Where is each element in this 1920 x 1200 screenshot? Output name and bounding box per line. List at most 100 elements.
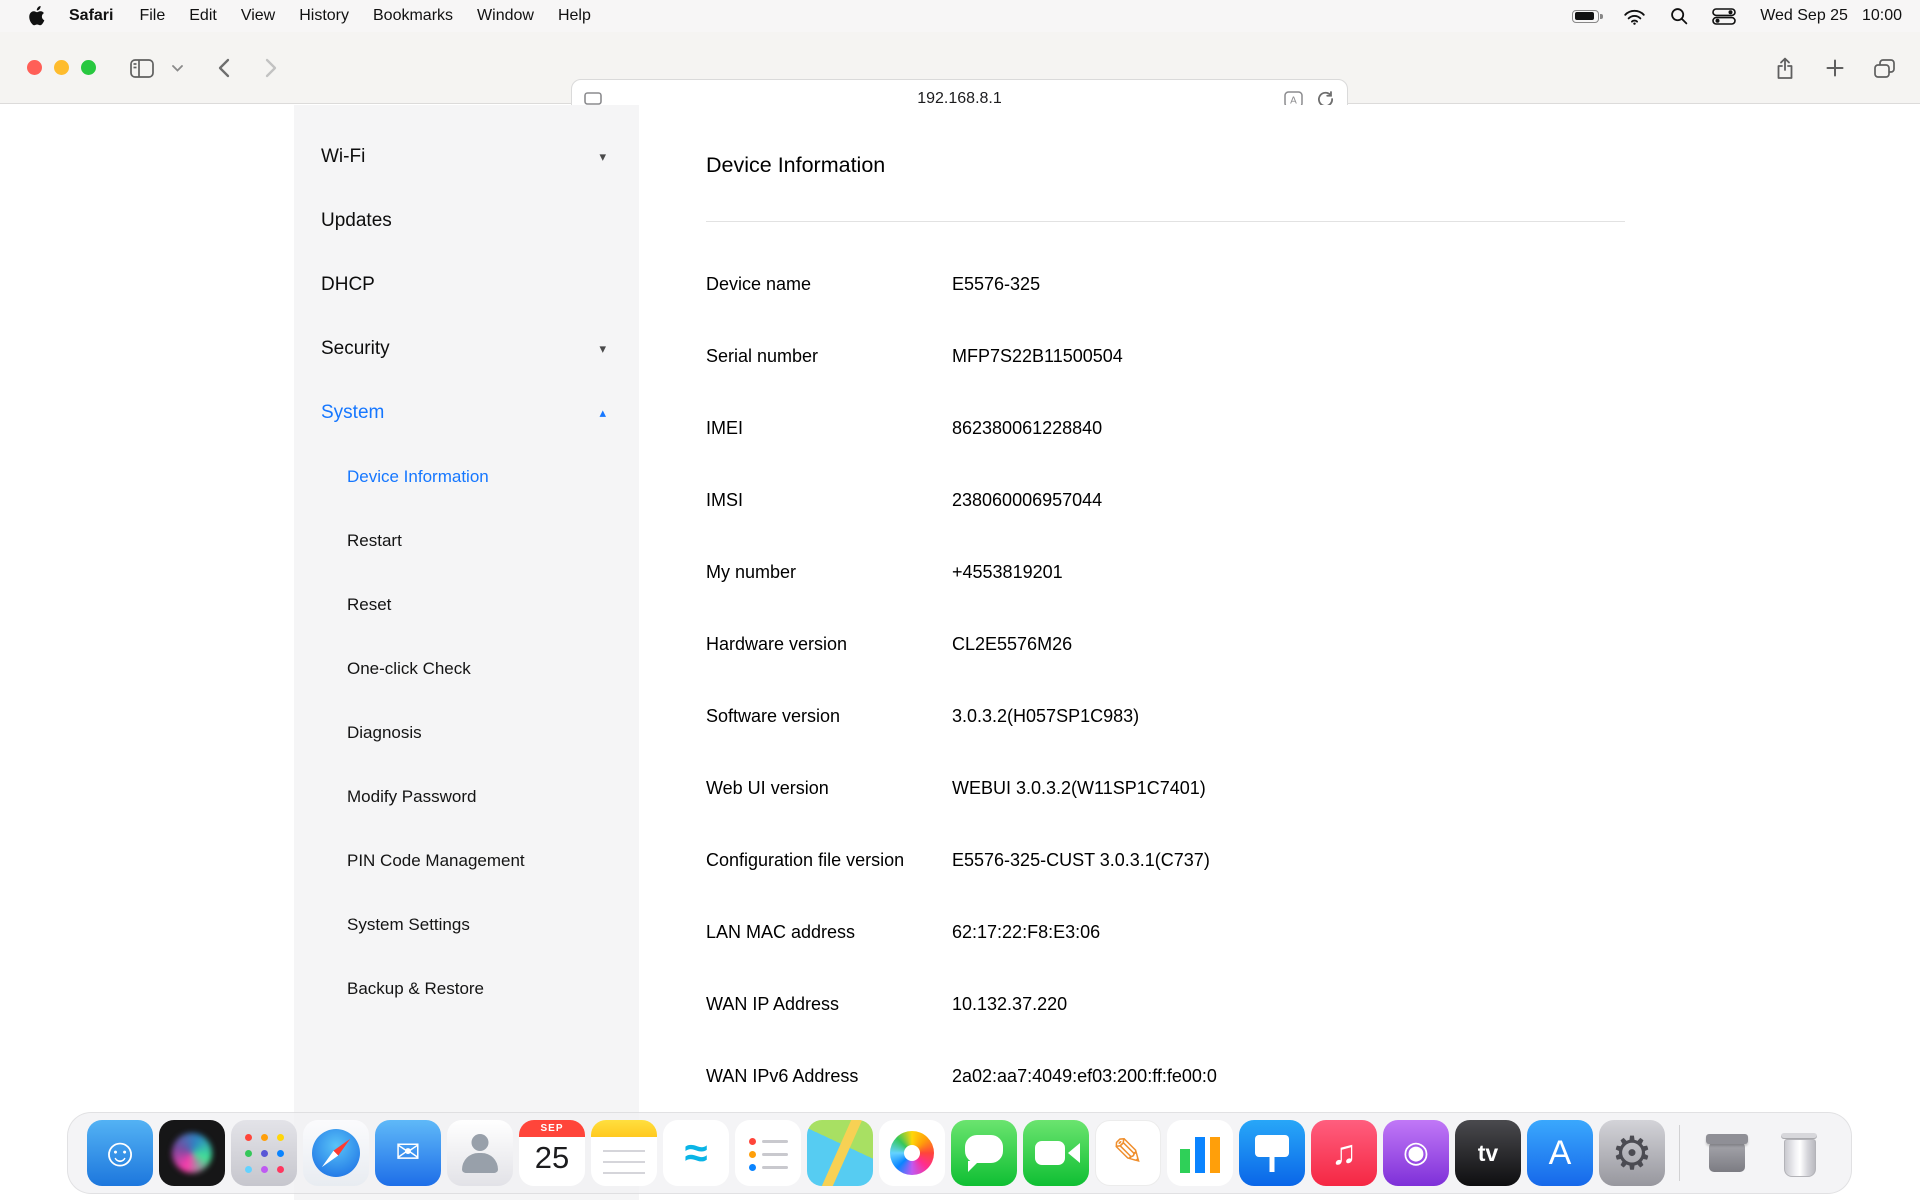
sidebar-item[interactable]: Wi-Fi ▾ — [294, 125, 639, 189]
dock-app[interactable] — [231, 1120, 297, 1186]
dock-app[interactable]: A — [1527, 1120, 1593, 1186]
tab-overview-icon[interactable] — [1874, 32, 1895, 104]
dock-app[interactable] — [735, 1120, 801, 1186]
sidebar-item[interactable]: Security ▾ — [294, 317, 639, 381]
menu-item[interactable]: Window — [465, 0, 546, 32]
info-label: IMEI — [706, 418, 952, 439]
macos-desktop: Safari File Edit View History Bookmarks … — [0, 0, 1920, 1200]
info-row: Web UI version WEBUI 3.0.3.2(W11SP1C7401… — [706, 752, 1625, 824]
menu-app-name[interactable]: Safari — [57, 0, 125, 32]
sidebar-sub-item[interactable]: Restart — [294, 509, 639, 573]
sidebar-sub-items: Device Information Restart Reset One-cli… — [294, 445, 639, 1021]
sidebar-sub-item[interactable]: Backup & Restore — [294, 957, 639, 1021]
menu-bar: Safari File Edit View History Bookmarks … — [0, 0, 1920, 32]
dock-app[interactable] — [1679, 1125, 1680, 1181]
menu-item[interactable]: View — [229, 0, 287, 32]
dock-app[interactable]: ♫ — [1311, 1120, 1377, 1186]
info-value: +4553819201 — [952, 562, 1063, 583]
control-center-icon[interactable] — [1712, 8, 1736, 25]
info-row: WAN IP Address 10.132.37.220 — [706, 968, 1625, 1040]
sidebar-item[interactable]: System ▴ — [294, 381, 639, 445]
info-row: WAN IPv6 Address 2a02:aa7:4049:ef03:200:… — [706, 1040, 1625, 1112]
app-tile — [591, 1120, 657, 1186]
apple-menu[interactable] — [18, 6, 55, 26]
calendar-day-label: 25 — [519, 1140, 585, 1176]
sidebar-sub-item[interactable]: Reset — [294, 573, 639, 637]
sidebar-toggle-icon[interactable] — [130, 32, 154, 104]
app-tile — [159, 1120, 225, 1186]
dock-app[interactable]: ☺ — [87, 1120, 153, 1186]
dock-app[interactable] — [807, 1120, 873, 1186]
info-row: Serial number MFP7S22B11500504 — [706, 320, 1625, 392]
menu-item[interactable]: File — [127, 0, 177, 32]
sidebar-chevron-icon[interactable] — [172, 32, 183, 104]
new-tab-icon[interactable] — [1826, 32, 1844, 104]
info-label: WAN IP Address — [706, 994, 952, 1015]
menu-item[interactable]: Bookmarks — [361, 0, 465, 32]
menu-item[interactable]: History — [287, 0, 361, 32]
dock-app[interactable] — [1766, 1120, 1832, 1186]
sidebar-item-label: Updates — [321, 210, 392, 232]
sidebar-sub-item[interactable]: System Settings — [294, 893, 639, 957]
info-label: Serial number — [706, 346, 952, 367]
dock-app[interactable]: ◉ — [1383, 1120, 1449, 1186]
dock-app[interactable] — [951, 1120, 1017, 1186]
sidebar-item-label: Security — [321, 338, 390, 360]
menu-item[interactable]: Edit — [177, 0, 229, 32]
sidebar-sub-item[interactable]: One-click Check — [294, 637, 639, 701]
dock-app[interactable]: tv — [1455, 1120, 1521, 1186]
dock-app[interactable] — [1239, 1120, 1305, 1186]
app-tile: A — [1527, 1120, 1593, 1186]
info-label: Software version — [706, 706, 952, 727]
app-tile — [1023, 1120, 1089, 1186]
sidebar-sub-item[interactable]: PIN Code Management — [294, 829, 639, 893]
dock-app[interactable]: ✎ — [1095, 1120, 1161, 1186]
sidebar-item-label: Wi-Fi — [321, 146, 365, 168]
dock-app[interactable]: ≈ — [663, 1120, 729, 1186]
zoom-window-button[interactable] — [81, 60, 96, 75]
app-tile — [1694, 1120, 1760, 1186]
dock-app[interactable]: ⚙ — [1599, 1120, 1665, 1186]
app-glyph-icon: ≈ — [684, 1132, 707, 1174]
app-tile: ☺ — [87, 1120, 153, 1186]
forward-icon[interactable] — [265, 32, 277, 104]
dock-app[interactable] — [1023, 1120, 1089, 1186]
battery-icon[interactable] — [1572, 10, 1599, 23]
info-value: CL2E5576M26 — [952, 634, 1072, 655]
dock-app[interactable] — [879, 1120, 945, 1186]
app-tile: ✎ — [1095, 1120, 1161, 1186]
close-window-button[interactable] — [27, 60, 42, 75]
sidebar-sub-item[interactable]: Device Information — [294, 445, 639, 509]
menubar-clock[interactable]: Wed Sep 25 10:00 — [1760, 7, 1902, 25]
dock-app[interactable] — [591, 1120, 657, 1186]
info-row: My number +4553819201 — [706, 536, 1625, 608]
sidebar-sub-item[interactable]: Modify Password — [294, 765, 639, 829]
apple-icon — [28, 6, 45, 26]
app-tile — [1239, 1120, 1305, 1186]
wifi-icon[interactable] — [1623, 8, 1646, 25]
sidebar-top-items: Wi-Fi ▾ Updates DHCP Security — [294, 125, 639, 445]
sidebar-item[interactable]: DHCP — [294, 253, 639, 317]
back-icon[interactable] — [218, 32, 230, 104]
info-row: IMSI 238060006957044 — [706, 464, 1625, 536]
spotlight-icon[interactable] — [1670, 7, 1688, 25]
dock-app[interactable] — [447, 1120, 513, 1186]
dock-app[interactable]: SEP 25 — [519, 1120, 585, 1186]
menubar-time: 10:00 — [1862, 7, 1902, 25]
minimize-window-button[interactable] — [54, 60, 69, 75]
dock-app[interactable] — [159, 1120, 225, 1186]
chevron-icon: ▾ — [599, 149, 606, 165]
info-value: MFP7S22B11500504 — [952, 346, 1123, 367]
app-tile: ⚙ — [1599, 1120, 1665, 1186]
dock-app[interactable] — [1694, 1120, 1760, 1186]
info-value: 3.0.3.2(H057SP1C983) — [952, 706, 1139, 727]
sidebar-sub-item[interactable]: Diagnosis — [294, 701, 639, 765]
dock-app[interactable] — [303, 1120, 369, 1186]
sidebar-item[interactable]: Updates — [294, 189, 639, 253]
app-glyph-icon: ⚙ — [1611, 1130, 1652, 1176]
menu-item[interactable]: Help — [546, 0, 603, 32]
dock-app[interactable]: ✉ — [375, 1120, 441, 1186]
info-value: E5576-325 — [952, 274, 1040, 295]
dock-app[interactable] — [1167, 1120, 1233, 1186]
share-icon[interactable] — [1776, 32, 1794, 104]
